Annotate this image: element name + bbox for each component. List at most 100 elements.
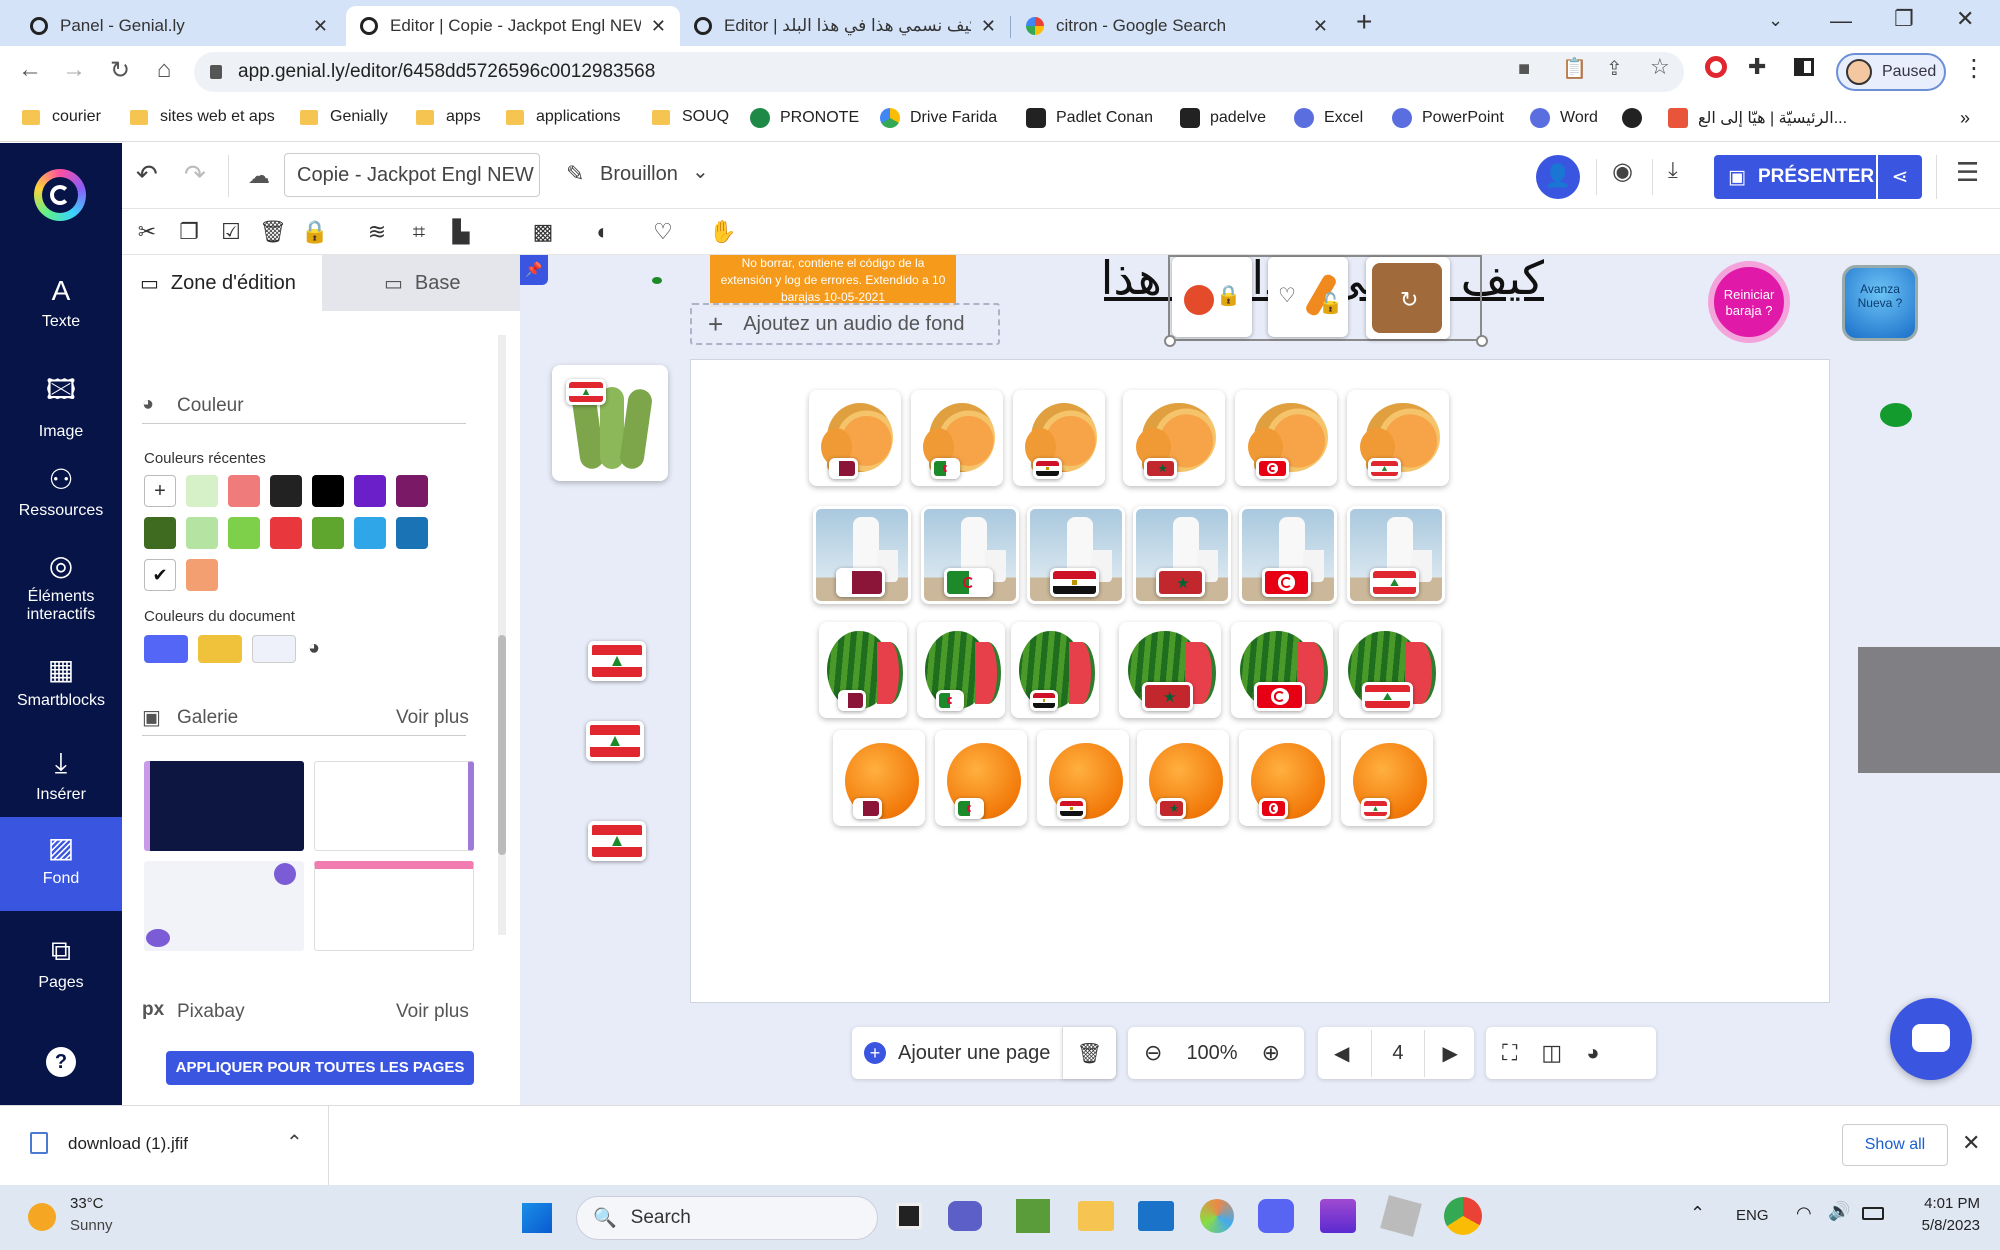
battery-icon[interactable] — [1862, 1207, 1884, 1220]
split-view-icon[interactable]: ◫ — [1541, 1040, 1562, 1066]
milk-tunisia-card[interactable] — [1239, 506, 1337, 604]
bookmark-souq[interactable]: SOUQ — [652, 108, 729, 126]
bookmark-globe[interactable] — [1622, 108, 1652, 128]
milk-algeria-card[interactable] — [921, 506, 1019, 604]
melon-egypt-card[interactable] — [1013, 390, 1105, 486]
selection-box[interactable]: 🔒 ♡ 🔓 ↻ — [1164, 255, 1488, 347]
milk-lebanon-card[interactable] — [1347, 506, 1445, 604]
group-icon[interactable]: ⌗ — [404, 219, 434, 245]
melon-algeria-card[interactable] — [911, 390, 1003, 486]
discord-icon[interactable] — [1258, 1199, 1294, 1233]
color-swatch[interactable] — [186, 559, 218, 591]
cut-icon[interactable]: ✂ — [132, 219, 162, 245]
align-icon[interactable]: ▙ — [446, 219, 476, 245]
bookmark-apps[interactable]: apps — [416, 108, 481, 126]
volume-icon[interactable]: 🔊 — [1828, 1201, 1850, 1222]
gallery-thumbnail[interactable] — [144, 861, 304, 951]
resize-handle[interactable] — [1476, 335, 1488, 347]
file-explorer-icon[interactable] — [1078, 1201, 1114, 1231]
hand-icon[interactable]: ✋ — [708, 219, 738, 245]
vegetable-card[interactable]: 🔒 — [1172, 257, 1252, 337]
profile-button[interactable]: Paused — [1836, 53, 1946, 91]
add-audio-button[interactable]: + Ajoutez un audio de fond — [690, 303, 1000, 345]
melon-morocco-card[interactable]: ★ — [1123, 390, 1225, 486]
sidebar-item-pages[interactable]: ⧉ Pages — [0, 925, 122, 1009]
close-icon[interactable]: ✕ — [651, 16, 666, 37]
color-swatch[interactable] — [270, 517, 302, 549]
extensions-icon[interactable]: ✚ — [1748, 54, 1766, 80]
doc-color-swatch[interactable] — [198, 635, 242, 663]
interactivity-icon[interactable]: ♡ — [648, 219, 678, 245]
color-swatch[interactable] — [186, 517, 218, 549]
paste-icon[interactable]: ☑ — [216, 219, 246, 245]
bookmark-drive[interactable]: Drive Farida — [880, 108, 997, 128]
milk-egypt-card[interactable] — [1027, 506, 1125, 604]
redo-icon[interactable]: ↷ — [184, 159, 206, 190]
gray-rectangle[interactable] — [1858, 647, 2000, 773]
preview-eye-icon[interactable]: ◉ — [1612, 157, 1633, 186]
rotate-icon[interactable]: ↻ — [1400, 287, 1418, 313]
lock-icon[interactable]: 🔒 — [1216, 283, 1241, 308]
color-swatch[interactable] — [228, 475, 260, 507]
input-language[interactable]: ENG — [1736, 1207, 1769, 1224]
close-icon[interactable]: ✕ — [1962, 1130, 1980, 1156]
color-swatch[interactable] — [270, 475, 302, 507]
unlock-icon[interactable]: 🔓 — [1318, 291, 1343, 316]
gallery-thumbnail[interactable] — [144, 761, 304, 851]
theme-icon[interactable]: ◕ — [1586, 1040, 1599, 1066]
panel-scrollbar-thumb[interactable] — [498, 635, 506, 855]
paint-icon[interactable] — [1200, 1199, 1234, 1233]
sidebar-item-image[interactable]: 🖾 Image — [0, 359, 122, 443]
doc-color-swatch[interactable] — [144, 635, 188, 663]
color-swatch[interactable] — [354, 475, 386, 507]
forward-icon[interactable]: → — [58, 56, 90, 84]
menu-icon[interactable]: ☰ — [1956, 157, 1979, 188]
zoom-out-icon[interactable]: ⊖ — [1144, 1040, 1162, 1066]
sidebar-item-ressources[interactable]: ⚇ Ressources — [0, 453, 122, 537]
interactivity-icon[interactable]: ♡ — [1278, 283, 1296, 308]
palette-icon[interactable]: ◕ — [308, 637, 320, 660]
chat-button[interactable] — [1890, 998, 1972, 1080]
wifi-icon[interactable]: ◠ — [1796, 1203, 1812, 1224]
color-swatch[interactable] — [312, 475, 344, 507]
gallery-thumbnail[interactable] — [314, 761, 474, 851]
add-collaborator-icon[interactable]: 👤 — [1536, 155, 1580, 199]
bookmark-courier[interactable]: courier — [22, 108, 101, 126]
vegetable-card[interactable]: ↻ — [1366, 257, 1450, 339]
sidepanel-icon[interactable] — [1794, 58, 1814, 76]
color-swatch[interactable] — [354, 517, 386, 549]
bookmark-sites[interactable]: sites web et aps — [130, 108, 275, 126]
milk-qatar-card[interactable] — [813, 506, 911, 604]
star-icon[interactable]: ☆ — [1650, 54, 1670, 80]
share-icon[interactable]: ⇪ — [1606, 56, 1623, 81]
bookmark-word[interactable]: Word — [1530, 108, 1598, 128]
gallery-see-more-link[interactable]: Voir plus — [396, 707, 469, 729]
tab-editor-arabic[interactable]: Editor | كيف نسمي هذا في هذا البلد ✕ — [680, 6, 1010, 46]
mail-icon[interactable] — [1138, 1201, 1174, 1231]
style-icon[interactable]: ◐ — [588, 219, 618, 245]
minimize-icon[interactable]: — — [1830, 8, 1852, 34]
checkmark-icon[interactable]: ✔ — [144, 559, 176, 591]
taskbar-search[interactable]: 🔍 Search — [576, 1196, 878, 1240]
orange-qatar-card[interactable] — [833, 730, 925, 826]
tab-editor-jackpot[interactable]: Editor | Copie - Jackpot Engl NEW ✕ — [346, 6, 680, 46]
chrome-icon[interactable] — [1444, 1197, 1482, 1235]
help-icon[interactable]: ? — [46, 1047, 76, 1077]
minecraft-icon[interactable] — [1016, 1199, 1050, 1233]
bookmark-pronote[interactable]: PRONOTE — [750, 108, 859, 128]
layers-icon[interactable]: ≋ — [362, 219, 392, 245]
menu-dots-icon[interactable]: ⋮ — [1962, 54, 1986, 83]
color-swatch[interactable] — [144, 517, 176, 549]
bookmark-padlet-conan[interactable]: Padlet Conan — [1026, 108, 1153, 128]
sidebar-item-inserer[interactable]: ⤓ Insérer — [0, 737, 122, 821]
restore-icon[interactable]: ❐ — [1894, 6, 1914, 32]
gallery-thumbnail[interactable] — [314, 861, 474, 951]
bookmark-powerpoint[interactable]: PowerPoint — [1392, 108, 1504, 128]
chevron-up-icon[interactable]: ⌃ — [286, 1130, 303, 1155]
add-color-button[interactable]: + — [144, 475, 176, 507]
color-swatch[interactable] — [396, 517, 428, 549]
present-button[interactable]: ▣ PRÉSENTER — [1714, 155, 1876, 199]
transparency-icon[interactable]: ▩ — [528, 219, 558, 245]
teams-icon[interactable] — [948, 1201, 982, 1231]
address-bar[interactable]: app.genial.ly/editor/6458dd5726596c00129… — [194, 52, 1684, 92]
